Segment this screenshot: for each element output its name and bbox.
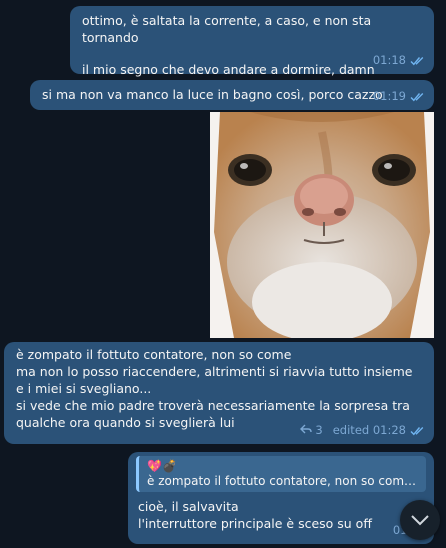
- chat-area: ottimo, è saltata la corrente, a caso, e…: [0, 0, 446, 548]
- message-bubble[interactable]: 💖💣 è zompato il fottuto contatore, non s…: [128, 452, 434, 544]
- double-check-icon: [410, 56, 426, 66]
- double-check-icon: [410, 426, 426, 436]
- quote-emoji: 💖💣: [147, 459, 177, 473]
- message-edited-time: edited 01:28: [332, 423, 406, 437]
- message-text-line: ottimo, è saltata la corrente, a caso, e…: [82, 13, 372, 45]
- replies-indicator[interactable]: 3: [300, 422, 323, 439]
- message-time: 01:18: [372, 53, 406, 67]
- cat-face-photo[interactable]: [210, 112, 434, 338]
- double-check-icon: [410, 92, 426, 102]
- message-text: si ma non va manco la luce in bagno così…: [42, 87, 383, 102]
- reply-icon: [300, 422, 313, 439]
- message-meta: 3 edited 01:28: [300, 422, 426, 439]
- message-bubble[interactable]: è zompato il fottuto contatore, non so c…: [4, 342, 434, 444]
- scroll-down-button[interactable]: [400, 500, 440, 540]
- quote-text: è zompato il fottuto contatore, non so c…: [147, 474, 418, 488]
- message-meta: 01:19: [373, 88, 426, 105]
- chevron-down-icon: [410, 511, 430, 530]
- message-time: 01:19: [372, 89, 406, 103]
- reply-quote[interactable]: 💖💣 è zompato il fottuto contatore, non s…: [136, 456, 426, 492]
- message-meta: 01:18: [373, 52, 426, 69]
- message-text-line: il mio segno che devo andare a dormire, …: [82, 62, 375, 77]
- message-text: cioè, il salvavita l'interruttore princi…: [138, 499, 372, 531]
- message-bubble[interactable]: ottimo, è saltata la corrente, a caso, e…: [70, 6, 434, 77]
- message-text: è zompato il fottuto contatore, non so c…: [16, 347, 413, 430]
- message-bubble[interactable]: si ma non va manco la luce in bagno così…: [30, 80, 434, 110]
- reply-count: 3: [315, 423, 323, 437]
